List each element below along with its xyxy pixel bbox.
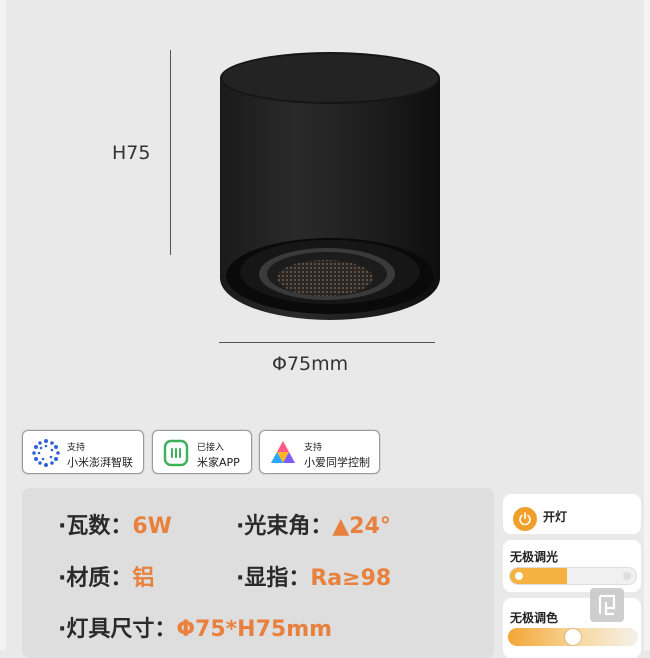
mijia-icon [163,439,189,467]
badge-xiaomi-connect-line2: 小米澎湃智联 [67,456,133,469]
spec-power-key: ·瓦数： [58,514,133,539]
height-dimension-line [170,50,171,255]
watermark-icon [598,594,616,616]
width-dimension-line [219,342,435,343]
spec-size-value: Φ75*H75mm [176,617,333,642]
spec-beam: ·光束角：▲24° [236,508,391,540]
badge-xiaoai: 支持 小爱同学控制 [259,430,380,474]
spec-size-key: ·灯具尺寸： [58,617,177,642]
spec-cri-key: ·显指： [236,566,311,591]
downlight-image [220,52,440,320]
power-card[interactable]: 开灯 [503,494,641,534]
badge-mijia-line1: 已接入 [197,443,225,453]
spec-power-value: 6W [132,514,172,539]
dimming-card: 无极调光 [503,540,641,592]
spec-material-key: ·材质： [58,566,133,591]
power-button[interactable] [513,507,537,531]
color-temp-slider[interactable] [508,628,638,646]
spec-power: ·瓦数：6W [58,508,172,540]
height-label: H75 [112,142,151,164]
power-label: 开灯 [543,510,568,524]
badge-mijia-line2: 米家APP [197,456,240,469]
badge-xiaomi-connect-line1: 支持 [67,443,86,453]
power-icon [519,512,531,526]
dimming-slider-start-knob [515,572,523,580]
xiaoai-icon [271,441,295,463]
color-temp-slider-knob[interactable] [565,629,581,645]
xiaomi-connect-icon [32,439,60,467]
badge-xiaoai-line2: 小爱同学控制 [304,456,370,469]
dimming-label: 无极调光 [510,550,559,564]
spec-cri-value: Ra≥98 [310,566,392,591]
right-border [644,0,650,650]
dimming-slider[interactable] [509,567,637,585]
badge-mijia: 已接入 米家APP [152,430,252,474]
watermark-logo [590,588,624,622]
spec-material-value: 铝 [132,566,155,591]
color-temp-label: 无极调色 [510,611,559,625]
width-label: Φ75mm [272,353,349,375]
spec-cri: ·显指：Ra≥98 [236,560,391,592]
dimming-slider-end-knob [623,572,631,580]
left-border [0,0,6,650]
spec-beam-value: ▲24° [332,514,391,539]
spec-material: ·材质：铝 [58,560,154,592]
spec-size: ·灯具尺寸：Φ75*H75mm [58,611,332,643]
badge-xiaomi-connect: 支持 小米澎湃智联 [22,430,144,474]
spec-beam-key: ·光束角： [236,514,333,539]
badge-xiaoai-line1: 支持 [304,443,323,453]
